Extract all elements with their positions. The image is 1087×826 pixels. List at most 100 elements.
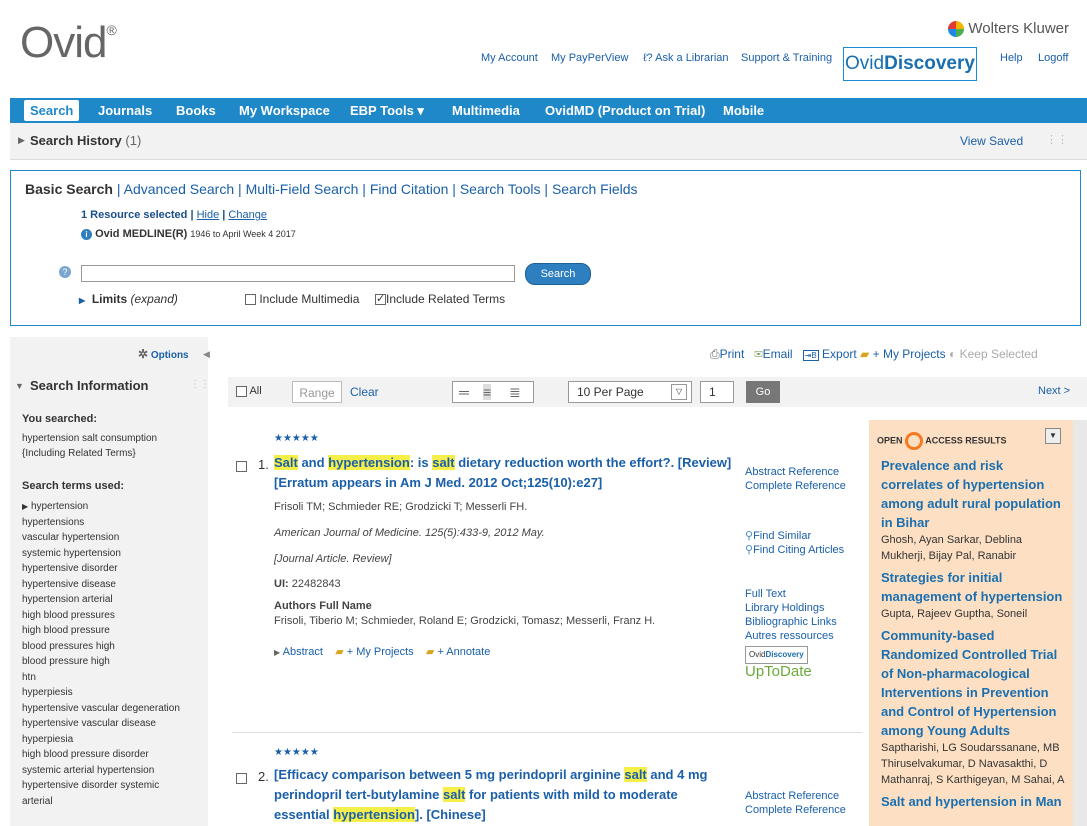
keep-selected-button[interactable]: ◐ Keep Selected: [949, 347, 1038, 361]
logoff-link[interactable]: Logoff: [1038, 52, 1068, 64]
nav-my-workspace[interactable]: My Workspace: [239, 98, 330, 123]
search-term[interactable]: hypertensions: [22, 515, 180, 531]
search-term[interactable]: high blood pressure: [22, 623, 180, 639]
search-term[interactable]: systemic arterial hypertension: [22, 763, 180, 779]
my-projects-button[interactable]: ▰ + My Projects: [860, 347, 946, 361]
complete-reference-link[interactable]: Complete Reference: [745, 479, 846, 493]
drag-handle-icon[interactable]: ⋮⋮: [1046, 133, 1068, 146]
search-term[interactable]: hypertensive disorder: [22, 561, 180, 577]
tab-search-tools[interactable]: Search Tools: [460, 181, 541, 197]
complete-reference-link[interactable]: Complete Reference: [745, 803, 846, 817]
expand-arrow-icon[interactable]: ▶: [18, 135, 25, 146]
search-term[interactable]: hyperpiesis: [22, 685, 180, 701]
nav-mobile[interactable]: Mobile: [723, 98, 764, 123]
bibliographic-links-link[interactable]: Bibliographic Links: [745, 615, 837, 629]
nav-search[interactable]: Search: [24, 100, 80, 121]
citation-view-icon[interactable]: ≡: [483, 384, 492, 400]
search-term[interactable]: blood pressure high: [22, 654, 180, 670]
ovid-discovery-button[interactable]: Ovid Discovery: [843, 47, 977, 81]
search-information-header[interactable]: ▼ Search Information ⋮⋮: [10, 375, 210, 401]
nav-journals[interactable]: Journals: [98, 98, 152, 123]
select-all-checkbox[interactable]: [236, 385, 247, 397]
tab-find-citation[interactable]: Find Citation: [370, 181, 449, 197]
panel-menu-dropdown[interactable]: ▼: [1045, 428, 1061, 444]
nav-books[interactable]: Books: [176, 98, 216, 123]
export-button[interactable]: ⇥B Export: [802, 347, 857, 361]
search-term[interactable]: hypertensive disorder systemic: [22, 778, 180, 794]
annotate-button[interactable]: ▰ + Annotate: [426, 646, 490, 658]
search-term[interactable]: ▶ hypertension: [22, 499, 180, 515]
search-term[interactable]: hypertensive disease: [22, 577, 180, 593]
view-saved-link[interactable]: View Saved: [960, 134, 1023, 148]
ask-librarian-link[interactable]: ℓ? Ask a Librarian: [643, 52, 729, 64]
search-term[interactable]: high blood pressures: [22, 608, 180, 624]
autres-ressources-link[interactable]: Autres ressources: [745, 629, 837, 643]
uptodate-logo[interactable]: UpToDate: [745, 664, 837, 679]
per-page-select[interactable]: 10 Per Page ▽: [568, 381, 692, 403]
search-term[interactable]: systemic hypertension: [22, 546, 180, 562]
search-term[interactable]: hypertensive vascular degeneration: [22, 701, 180, 717]
search-term[interactable]: arterial: [22, 794, 180, 810]
print-button[interactable]: ⎙Print: [710, 347, 744, 361]
result-title[interactable]: Salt and hypertension: is salt dietary r…: [274, 453, 734, 493]
open-access-title[interactable]: Strategies for initial management of hyp…: [881, 568, 1067, 606]
full-text-link[interactable]: Full Text: [745, 587, 837, 601]
tab-advanced-search[interactable]: Advanced Search: [124, 181, 235, 197]
add-to-projects-button[interactable]: ▰ + My Projects: [335, 646, 413, 658]
search-term[interactable]: hyperpiesia: [22, 732, 180, 748]
select-all[interactable]: All: [236, 385, 262, 397]
tab-multi-field-search[interactable]: Multi-Field Search: [246, 181, 359, 197]
ovid-discovery-badge[interactable]: OvidDiscovery: [745, 646, 808, 664]
search-term[interactable]: hypertension arterial: [22, 592, 180, 608]
tab-search-fields[interactable]: Search Fields: [552, 181, 638, 197]
find-similar-link[interactable]: ⚲Find Similar: [745, 529, 844, 543]
title-view-icon[interactable]: ═: [459, 384, 469, 400]
change-link[interactable]: Change: [228, 209, 267, 221]
page-scrollbar[interactable]: [1073, 420, 1087, 826]
tab-basic-search[interactable]: Basic Search: [25, 181, 113, 197]
hide-link[interactable]: Hide: [197, 209, 220, 221]
open-access-title[interactable]: Community-based Randomized Controlled Tr…: [881, 626, 1067, 740]
search-term[interactable]: htn: [22, 670, 180, 686]
my-account-link[interactable]: My Account: [481, 52, 538, 64]
search-button[interactable]: Search: [525, 263, 591, 285]
find-citing-link[interactable]: ⚲Find Citing Articles: [745, 543, 844, 557]
search-term[interactable]: hypertensive vascular disease: [22, 716, 180, 732]
search-term[interactable]: vascular hypertension: [22, 530, 180, 546]
open-access-title[interactable]: Prevalence and risk correlates of hypert…: [881, 456, 1067, 532]
clear-button[interactable]: Clear: [350, 385, 379, 399]
include-related-option[interactable]: Include Related Terms: [375, 292, 505, 306]
open-access-title[interactable]: Salt and hypertension in Man: [881, 792, 1067, 811]
help-link[interactable]: Help: [1000, 52, 1023, 64]
library-holdings-link[interactable]: Library Holdings: [745, 601, 837, 615]
go-button[interactable]: Go: [746, 381, 780, 403]
abstract-reference-link[interactable]: Abstract Reference: [745, 789, 846, 803]
search-history-toggle[interactable]: Search History (1): [30, 133, 141, 148]
range-button[interactable]: Range: [292, 381, 342, 403]
result-title[interactable]: [Efficacy comparison between 5 mg perind…: [274, 765, 734, 825]
options-button[interactable]: ✲ Options: [138, 347, 189, 361]
search-term[interactable]: blood pressures high: [22, 639, 180, 655]
abstract-toggle[interactable]: ▶ Abstract: [274, 646, 323, 658]
support-training-link[interactable]: Support & Training: [741, 52, 832, 64]
ovid-logo[interactable]: Ovid®: [20, 18, 117, 68]
drag-handle-icon[interactable]: ⋮⋮: [190, 379, 210, 390]
info-icon[interactable]: i: [81, 228, 92, 240]
include-related-checkbox[interactable]: [375, 292, 386, 306]
my-payperview-link[interactable]: My PayPerView: [551, 52, 628, 64]
result-checkbox[interactable]: [236, 461, 247, 472]
abstract-reference-link[interactable]: Abstract Reference: [745, 465, 846, 479]
abstract-view-icon[interactable]: ≣: [509, 384, 521, 401]
result-checkbox[interactable]: [236, 773, 247, 784]
nav-ebp-tools[interactable]: EBP Tools ▾: [350, 98, 424, 123]
include-multimedia-option[interactable]: Include Multimedia: [245, 292, 359, 306]
email-button[interactable]: ✉Email: [754, 347, 792, 361]
page-number-input[interactable]: 1: [700, 381, 734, 403]
collapse-sidebar-icon[interactable]: ◀: [203, 349, 210, 360]
search-input[interactable]: [81, 265, 515, 282]
nav-ovidmd[interactable]: OvidMD (Product on Trial): [545, 98, 705, 123]
include-multimedia-checkbox[interactable]: [245, 294, 256, 306]
limits-toggle[interactable]: ▶ Limits (expand): [79, 292, 178, 306]
nav-multimedia[interactable]: Multimedia: [452, 98, 520, 123]
help-icon[interactable]: ?: [59, 266, 71, 278]
